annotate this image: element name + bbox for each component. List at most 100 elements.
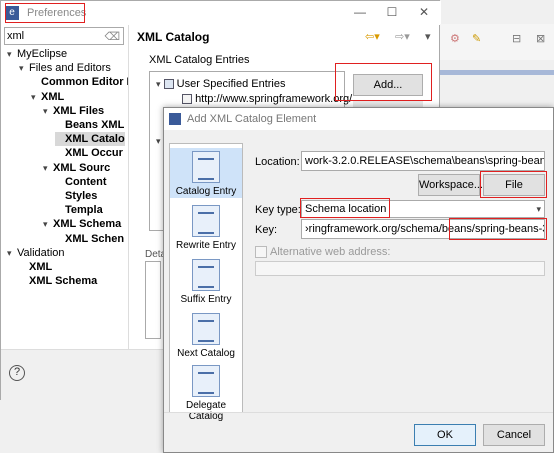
tree-item[interactable]: ▾ XML Schema xyxy=(43,217,121,231)
nav-catalog-entry[interactable]: Catalog Entry xyxy=(170,148,242,198)
background-toolbar: ⚙ ✎ ⊟ ⊠ xyxy=(440,24,554,60)
tree-item-label: XML xyxy=(41,90,65,103)
file-icon xyxy=(182,94,192,105)
nav-label: Suffix Entry xyxy=(180,294,232,305)
tree-node-spring-entry[interactable]: http://www.springframework.org/ xyxy=(182,93,352,105)
eclipse-app-icon xyxy=(169,113,181,125)
expand-arrow-icon[interactable]: ▾ xyxy=(31,90,41,104)
nav-label: Delegate Catalog xyxy=(185,400,227,422)
tree-item-label: XML Schema xyxy=(53,218,122,231)
minimize-icon[interactable]: — xyxy=(351,4,369,20)
tree-item[interactable]: XML Schema xyxy=(19,274,97,288)
maximize-icon[interactable]: ☐ xyxy=(383,4,401,20)
delegate-catalog-icon xyxy=(192,365,220,397)
ok-button[interactable]: OK xyxy=(414,424,476,446)
nav-label: Next Catalog xyxy=(177,348,235,359)
tree-item[interactable]: XML Occur xyxy=(55,146,123,160)
tree-item[interactable]: ▾ MyEclipse xyxy=(7,47,67,61)
nav-label: Catalog Entry xyxy=(175,186,237,197)
folder-icon xyxy=(163,79,174,90)
add-xml-catalog-dialog: Add XML Catalog Element Catalog Entry Re… xyxy=(163,107,554,453)
catalog-type-list: Catalog Entry Rewrite Entry Suffix Entry… xyxy=(169,143,243,422)
highlight-box xyxy=(449,218,547,240)
tree-item[interactable]: ▾ Validation xyxy=(7,246,65,260)
alternative-web-address-label: Alternative web address: xyxy=(270,246,391,258)
alternative-web-address-checkbox[interactable] xyxy=(255,246,267,258)
alternative-web-address-field[interactable] xyxy=(255,261,545,276)
divider xyxy=(128,25,129,349)
tree-item-label: Beans XML xyxy=(65,119,125,131)
back-arrow-icon[interactable]: ⇦▾ xyxy=(365,30,380,43)
tree-item[interactable]: ▾ XML Files xyxy=(43,104,104,118)
tree-item[interactable]: Beans XML xyxy=(55,118,124,132)
nav-next-catalog[interactable]: Next Catalog xyxy=(170,310,242,360)
nav-suffix-entry[interactable]: Suffix Entry xyxy=(170,256,242,306)
rewrite-entry-icon xyxy=(192,205,220,237)
tree-node-label: http://www.springframework.org/ xyxy=(195,93,353,105)
expand-arrow-icon[interactable]: ▾ xyxy=(7,47,17,61)
view-menu-icon[interactable]: ▾ xyxy=(425,30,431,43)
filter-value: xml xyxy=(7,30,25,42)
expand-arrow-icon[interactable]: ▾ xyxy=(7,246,17,260)
tree-node-user-entries[interactable]: ▾ User Specified Entries xyxy=(156,78,285,90)
tree-item-label: XML Occur xyxy=(65,147,123,160)
highlight-box xyxy=(335,63,432,101)
expand-arrow-icon[interactable]: ▾ xyxy=(43,104,53,118)
nav-rewrite-entry[interactable]: Rewrite Entry xyxy=(170,202,242,252)
filter-input[interactable]: xml ⌫ xyxy=(4,27,124,45)
preferences-tree: ▾ MyEclipse ▾ Files and Editors Common Edito… xyxy=(1,47,130,347)
tree-item-label: XML xyxy=(29,261,53,273)
tree-item-label: Files and Editors xyxy=(29,62,111,75)
tree-item-label: MyEclipse xyxy=(17,48,68,60)
expand-arrow-icon[interactable]: ▾ xyxy=(43,161,53,175)
tree-item-label: Templa xyxy=(65,204,103,217)
tree-item-label: XML Schen xyxy=(65,232,125,245)
highlight-box xyxy=(5,3,85,23)
divider xyxy=(164,412,553,413)
forward-arrow-icon[interactable]: ⇨▾ xyxy=(395,30,410,43)
tree-item[interactable]: ▾ XML xyxy=(31,90,64,104)
nav-delegate-catalog[interactable]: Delegate Catalog xyxy=(170,362,242,422)
tree-item[interactable]: Content xyxy=(55,175,107,189)
tree-item-label: Validation xyxy=(17,246,65,259)
key-label: Key: xyxy=(255,224,278,236)
entries-group-label: XML Catalog Entries xyxy=(149,54,250,66)
tree-item[interactable]: Styles xyxy=(55,189,97,203)
workspace-button[interactable]: Workspace... xyxy=(418,174,483,196)
catalog-entry-icon xyxy=(192,151,220,183)
tree-item-label: Common Editor I xyxy=(41,76,130,89)
tree-item-label: XML Catalo xyxy=(65,133,125,146)
highlight-box xyxy=(480,171,547,198)
key-type-label: Key type: xyxy=(255,204,301,216)
dialog-titlebar: Add XML Catalog Element xyxy=(164,108,553,130)
nav-label: Rewrite Entry xyxy=(175,240,236,251)
clear-filter-icon[interactable]: ⌫ xyxy=(104,29,120,45)
tree-item[interactable]: Templa xyxy=(55,203,103,217)
suffix-entry-icon xyxy=(192,259,220,291)
toolbar-icon[interactable]: ⊠ xyxy=(536,32,545,45)
location-field[interactable]: work-3.2.0.RELEASE\schema\beans\spring-b… xyxy=(301,151,545,171)
cancel-button[interactable]: Cancel xyxy=(483,424,545,446)
dialog-title: Add XML Catalog Element xyxy=(187,113,317,125)
next-catalog-icon xyxy=(192,313,220,345)
tree-item-label: XML Files xyxy=(53,104,105,117)
toolbar-icon[interactable]: ⚙ xyxy=(450,32,460,45)
location-label: Location: xyxy=(255,156,300,168)
tree-item[interactable]: XML xyxy=(19,260,52,274)
close-icon[interactable]: ✕ xyxy=(415,4,433,20)
tree-item[interactable]: Common Editor I xyxy=(31,75,130,89)
tree-item-label: Content xyxy=(65,175,107,188)
collapse-arrow-icon[interactable]: ▾ xyxy=(156,79,161,89)
expand-arrow-icon[interactable]: ▾ xyxy=(19,61,29,75)
details-box xyxy=(145,261,161,339)
collapse-arrow-icon[interactable]: ▾ xyxy=(156,136,161,147)
tree-item[interactable]: ▾ Files and Editors xyxy=(19,61,111,75)
tree-item[interactable]: XML Schen xyxy=(55,232,124,246)
help-icon[interactable]: ? xyxy=(9,365,25,381)
toolbar-icon[interactable]: ⊟ xyxy=(512,32,521,45)
toolbar-icon[interactable]: ✎ xyxy=(472,32,481,45)
tree-item[interactable]: XML Catalo xyxy=(55,132,125,147)
expand-arrow-icon[interactable]: ▾ xyxy=(43,217,53,231)
tree-item[interactable]: ▾ XML Sourc xyxy=(43,161,110,175)
tree-item-label: Styles xyxy=(65,190,98,202)
